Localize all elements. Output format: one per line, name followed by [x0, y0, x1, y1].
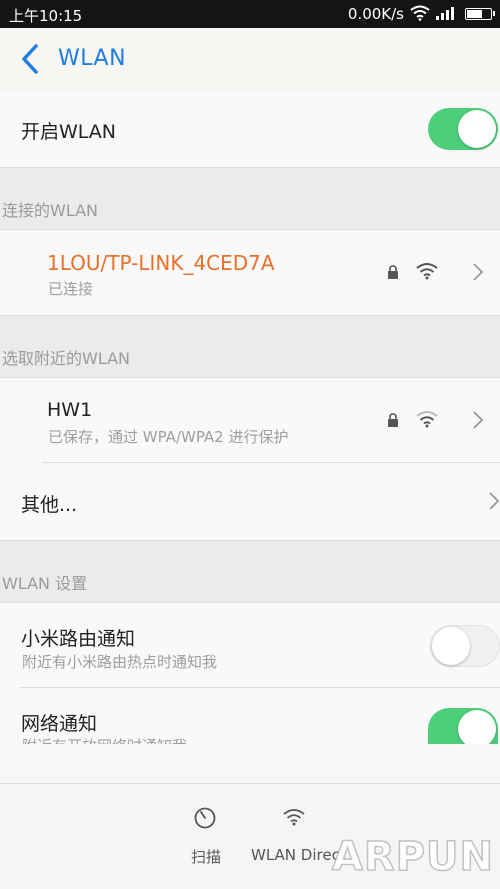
back-chevron-icon[interactable] — [18, 42, 42, 76]
scan-label: 扫描 — [191, 848, 222, 866]
network-notify-toggle[interactable] — [428, 708, 498, 744]
nearby-status: 已保存，通过 WPA/WPA2 进行保护 — [48, 428, 289, 446]
chevron-right-icon — [489, 492, 500, 510]
chevron-right-icon — [473, 263, 484, 281]
network-speed: 0.00K/s — [347, 5, 404, 23]
wifi-icon — [410, 5, 430, 21]
connected-network-row[interactable]: 1LOU/TP-LINK_4CED7A 已连接 — [0, 230, 500, 315]
wlan-direct-button[interactable]: WLAN Direct — [248, 784, 346, 889]
xiaomi-router-notify-desc: 附近有小米路由热点时通知我 — [22, 653, 218, 671]
section-settings-title: WLAN 设置 — [2, 574, 88, 593]
scan-icon — [194, 807, 216, 829]
network-notify-row[interactable]: 网络通知 附近有开放网络时通知我 — [0, 688, 500, 744]
app-header: WLAN — [0, 28, 500, 90]
signal-icon — [436, 7, 454, 20]
scan-button[interactable]: 扫描 — [180, 784, 230, 889]
section-settings: WLAN 设置 — [0, 540, 500, 603]
enable-wlan-row[interactable]: 开启WLAN — [0, 90, 500, 167]
wifi-signal-icon — [416, 411, 438, 428]
status-bar: 上午10:15 0.00K/s — [0, 0, 500, 28]
connected-ssid: 1LOU/TP-LINK_4CED7A — [47, 251, 275, 275]
xiaomi-router-notify-row[interactable]: 小米路由通知 附近有小米路由热点时通知我 — [0, 603, 500, 688]
chevron-right-icon — [473, 411, 484, 429]
lock-icon — [388, 265, 398, 279]
page-title: WLAN — [58, 46, 127, 71]
watermark-logo: ARPUN — [331, 833, 494, 881]
section-connected-title: 连接的WLAN — [2, 201, 99, 220]
status-time: 上午10:15 — [9, 7, 83, 25]
other-label: 其他... — [21, 494, 78, 516]
enable-wlan-label: 开启WLAN — [21, 121, 117, 143]
enable-wlan-toggle[interactable] — [428, 108, 498, 150]
xiaomi-router-notify-toggle[interactable] — [430, 625, 500, 667]
section-nearby: 选取附近的WLAN — [0, 315, 500, 378]
battery-icon — [465, 8, 495, 20]
wifi-icon — [283, 809, 305, 826]
network-notify-label: 网络通知 — [21, 713, 98, 735]
nearby-ssid: HW1 — [47, 399, 93, 421]
section-connected: 连接的WLAN — [0, 167, 500, 230]
xiaomi-router-notify-label: 小米路由通知 — [21, 628, 136, 650]
wifi-signal-icon — [416, 263, 438, 280]
connected-status: 已连接 — [48, 280, 94, 298]
other-row[interactable]: 其他... — [0, 463, 500, 540]
section-nearby-title: 选取附近的WLAN — [2, 349, 131, 368]
network-notify-desc: 附近有开放网络时通知我 — [22, 735, 187, 744]
lock-icon — [388, 413, 398, 427]
nearby-network-row[interactable]: HW1 已保存，通过 WPA/WPA2 进行保护 — [0, 378, 500, 463]
